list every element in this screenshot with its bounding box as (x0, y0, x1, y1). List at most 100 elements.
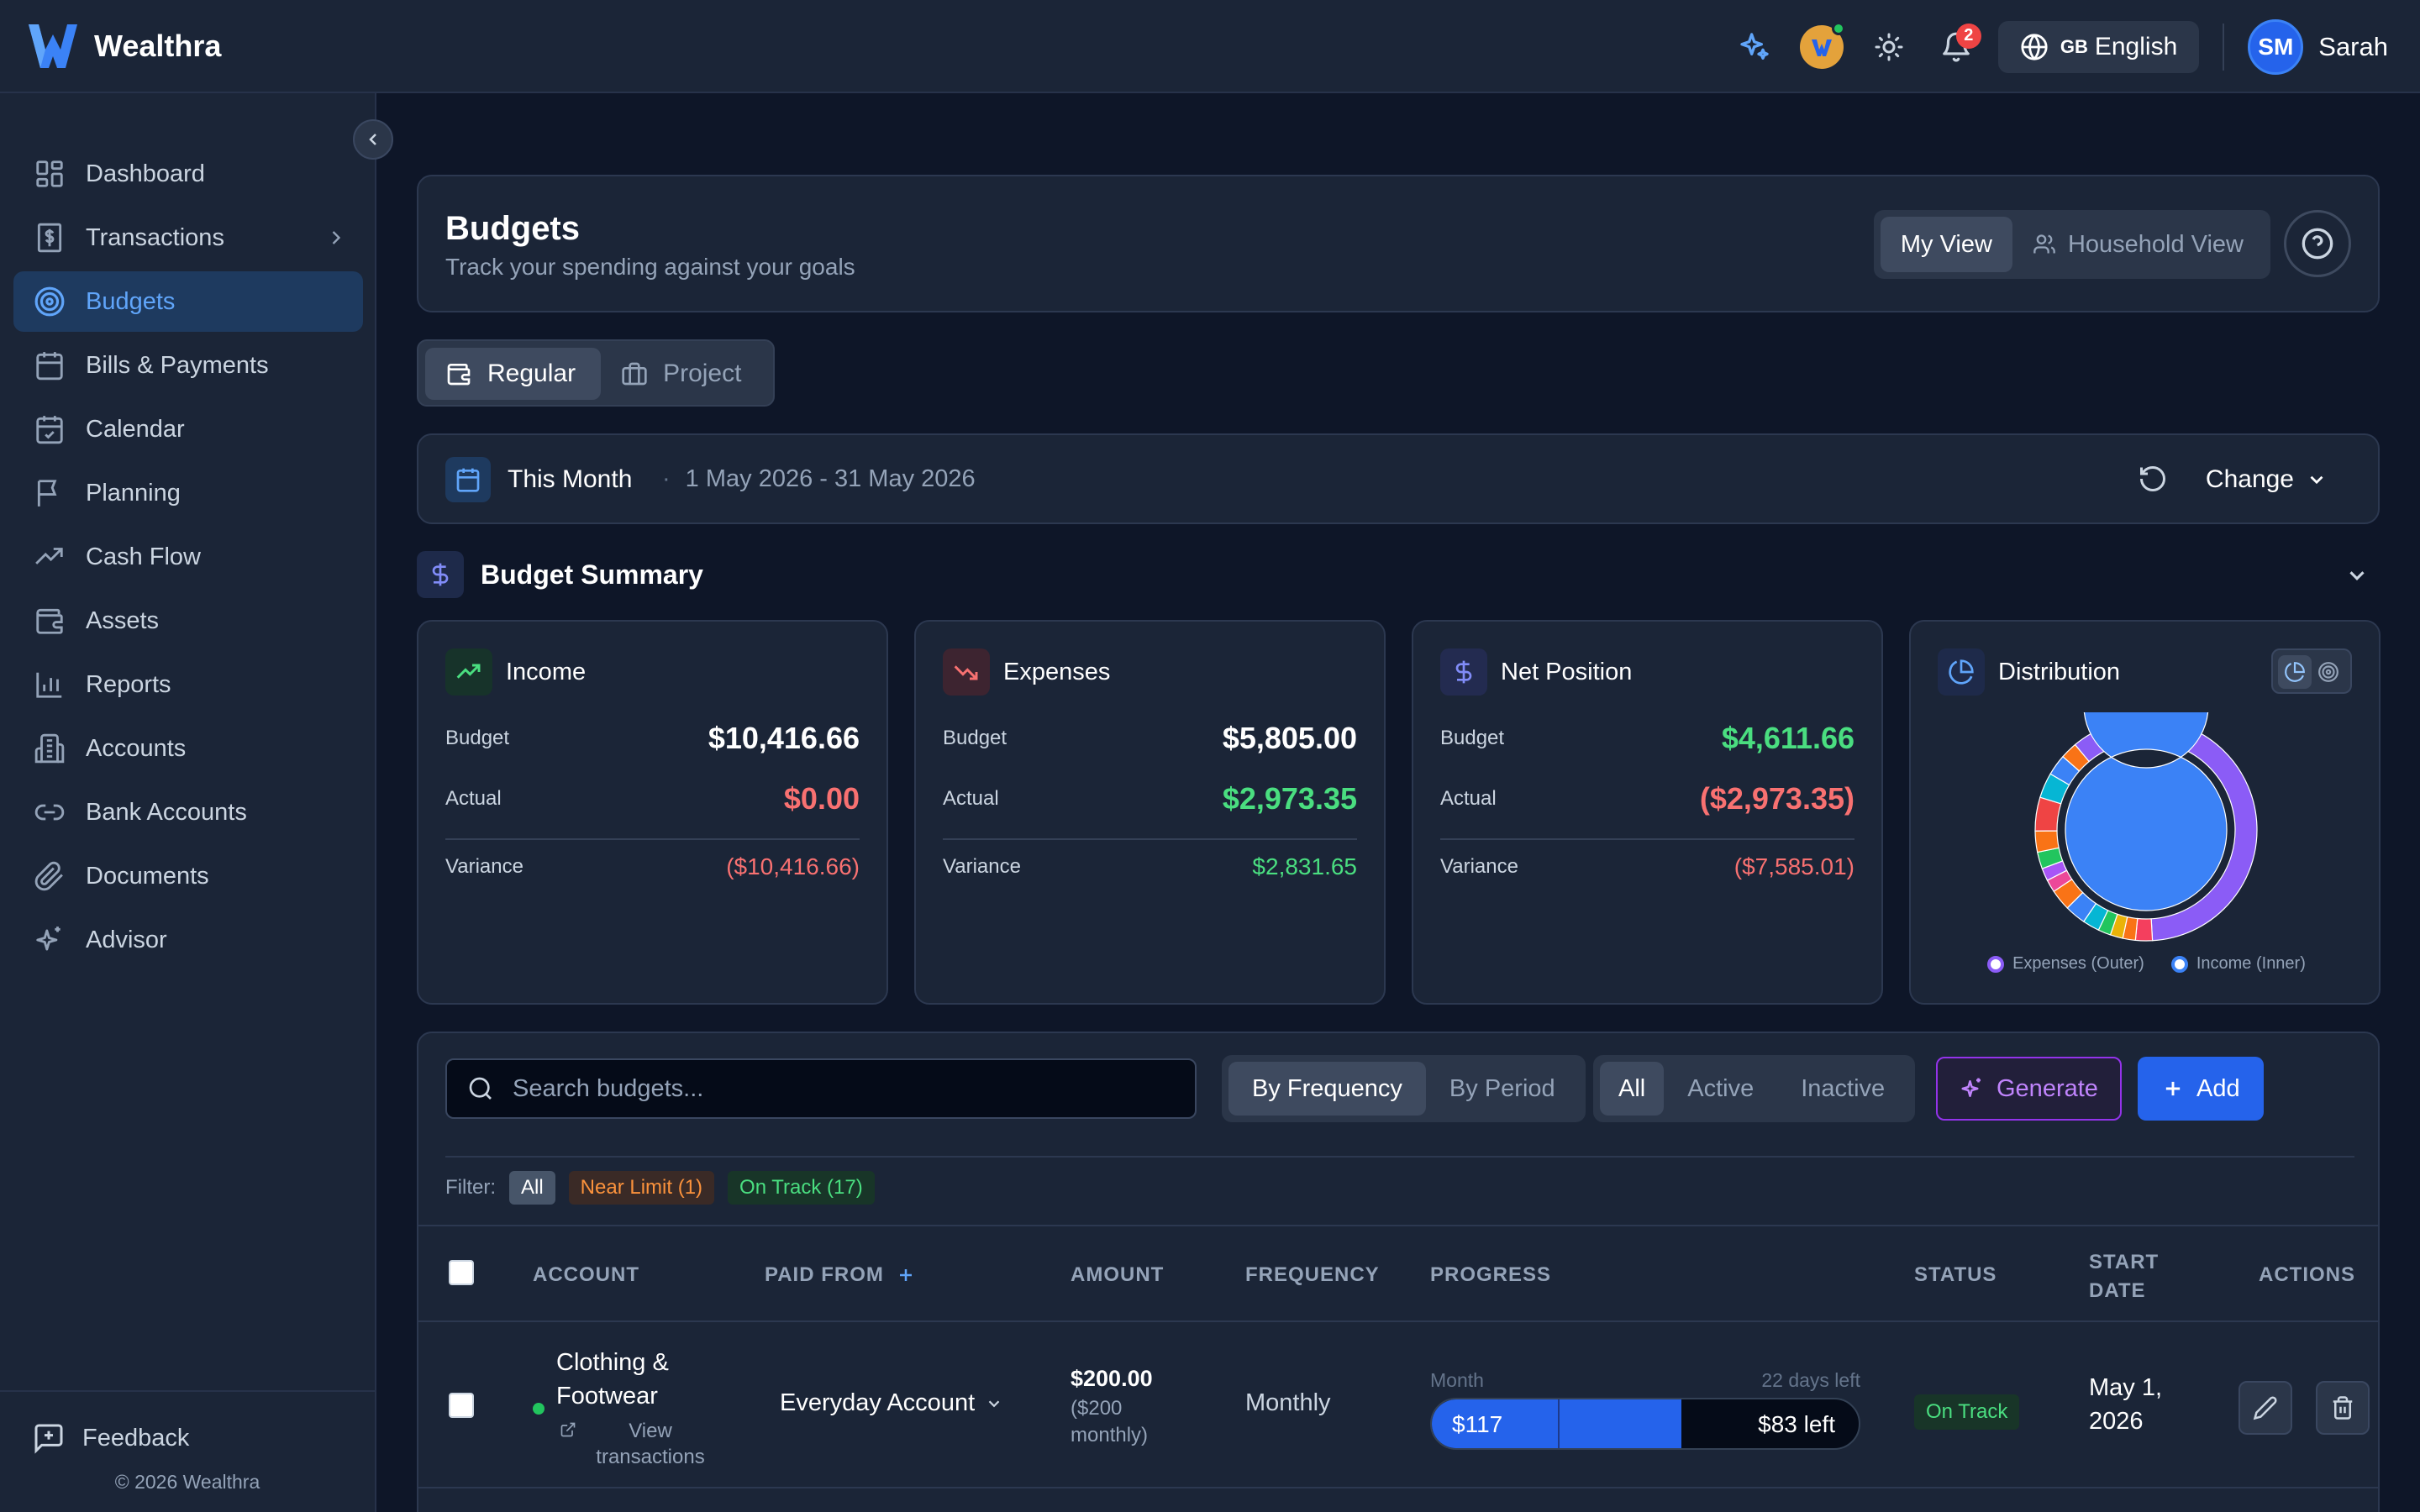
sidebar-item-transactions[interactable]: Transactions (13, 207, 363, 268)
amount-sub: ($200 monthly) (1071, 1397, 1149, 1446)
add-label: Add (2196, 1074, 2240, 1102)
sidebar-item-advisor[interactable]: Advisor (13, 910, 363, 970)
paperclip-icon (34, 861, 63, 891)
filter-chip-near-limit[interactable]: Near Limit (1) (568, 1171, 715, 1205)
sidebar-item-budgets[interactable]: Budgets (13, 271, 363, 332)
progress-tick (1558, 1399, 1560, 1448)
budget-summary-header[interactable]: Budget Summary (417, 551, 2380, 598)
progress-left: $83 left (1758, 1411, 1835, 1437)
chart-style-toggle (2271, 648, 2352, 694)
progress-bar: $117 $83 left (1430, 1398, 1860, 1450)
trend-up-icon (456, 664, 481, 679)
delete-button[interactable] (2316, 1381, 2370, 1435)
frequency-value: Monthly (1245, 1389, 1331, 1416)
trash-icon (2333, 1396, 2353, 1420)
radial-view-button[interactable] (2312, 655, 2345, 689)
change-period-button[interactable]: Change (2206, 465, 2328, 494)
target-icon (34, 286, 65, 317)
status-inactive-button[interactable]: Inactive (1777, 1062, 1908, 1116)
filter-chip-all[interactable]: All (509, 1171, 555, 1205)
pie-icon-box (1938, 648, 1985, 696)
sidebar-item-reports[interactable]: Reports (13, 654, 363, 715)
theme-toggle-button[interactable] (1864, 22, 1914, 72)
paid-from-select[interactable]: Everyday Account (780, 1389, 1003, 1417)
sparkles-icon (1740, 32, 1769, 60)
plus-icon[interactable] (896, 1265, 916, 1285)
status-all-button[interactable]: All (1600, 1062, 1665, 1116)
dollar-receipt-icon (37, 223, 62, 253)
sidebar-item-label: Budgets (86, 287, 176, 315)
pie-view-button[interactable] (2278, 655, 2312, 689)
sidebar-item-label: Transactions (86, 223, 224, 251)
paid-from-value: Everyday Account (780, 1389, 976, 1416)
sidebar-item-calendar[interactable]: Calendar (13, 399, 363, 459)
user-name[interactable]: Sarah (2318, 32, 2388, 62)
expenses-slice[interactable] (2134, 917, 2154, 942)
sidebar-item-dashboard[interactable]: Dashboard (13, 144, 363, 204)
by-frequency-button[interactable]: By Frequency (1228, 1062, 1426, 1116)
view-transactions-label: View transactions (596, 1420, 705, 1468)
budget-label: Budget (943, 727, 1007, 749)
column-start-date[interactable]: START DATE (2089, 1248, 2173, 1305)
avatar[interactable]: SM (2248, 18, 2304, 75)
distribution-title: Distribution (1998, 658, 2121, 685)
trend-down-icon-box (943, 648, 990, 696)
brand[interactable]: Wealthra (27, 21, 221, 71)
sidebar-item-documents[interactable]: Documents (13, 846, 363, 906)
wallet-icon (36, 608, 63, 634)
project-budget-button[interactable]: Project (601, 348, 766, 400)
household-view-button[interactable]: Household View (2012, 217, 2264, 272)
account-name: Clothing & Footwear (556, 1349, 669, 1410)
chevron-down-icon[interactable] (2344, 563, 2370, 588)
column-progress[interactable]: PROGRESS (1430, 1263, 1551, 1287)
divider (445, 838, 860, 840)
view-transactions-link[interactable]: View transactions (560, 1418, 709, 1470)
net-position-card: Net Position Budget $4,611.66 Actual ($2,9… (1412, 620, 1883, 1005)
net-budget: $4,611.66 (1721, 721, 1854, 755)
bar-chart-icon (36, 672, 62, 698)
generate-label: Generate (1996, 1074, 2098, 1102)
progress-period: Month (1430, 1369, 1484, 1391)
regular-budget-button[interactable]: Regular (425, 348, 602, 400)
expenses-budget: $5,805.00 (1222, 721, 1357, 755)
filter-chip-on-track[interactable]: On Track (17) (728, 1171, 875, 1205)
column-account[interactable]: ACCOUNT (533, 1263, 639, 1287)
message-plus-icon (34, 1424, 63, 1454)
status-active-button[interactable]: Active (1664, 1062, 1777, 1116)
my-view-button[interactable]: My View (1880, 217, 2012, 272)
by-period-button[interactable]: By Period (1426, 1062, 1579, 1116)
edit-button[interactable] (2238, 1381, 2292, 1435)
expenses-variance: $2,831.65 (1252, 853, 1357, 879)
search-input[interactable] (513, 1074, 1151, 1103)
row-checkbox[interactable] (449, 1393, 474, 1418)
reset-period-button[interactable] (2138, 464, 2168, 494)
column-frequency[interactable]: FREQUENCY (1245, 1263, 1380, 1287)
rewards-coin-button[interactable] (1797, 21, 1847, 72)
column-status[interactable]: STATUS (1914, 1263, 1996, 1287)
notifications-button[interactable]: 2 (1931, 22, 1981, 72)
add-budget-button[interactable]: Add (2138, 1057, 2264, 1121)
generate-button[interactable]: Generate (1936, 1057, 2122, 1121)
language-selector[interactable]: GB English (1997, 20, 2200, 73)
sidebar-item-label: Bills & Payments (86, 351, 269, 379)
sidebar-item-bills-payments[interactable]: Bills & Payments (13, 335, 363, 396)
expenses-card: Expenses Budget $5,805.00 Actual $2,973.35… (914, 620, 1386, 1005)
expenses-slice[interactable] (2034, 830, 2060, 853)
variance-label: Variance (1440, 855, 1518, 878)
select-all-checkbox[interactable] (449, 1260, 474, 1285)
collapse-sidebar-button[interactable] (353, 119, 393, 160)
top-bar: Wealthra 2 GB English SM Sarah (0, 0, 2420, 93)
sidebar-item-assets[interactable]: Assets (13, 591, 363, 651)
sidebar-item-accounts[interactable]: Accounts (13, 718, 363, 779)
column-amount[interactable]: AMOUNT (1071, 1263, 1164, 1287)
help-button[interactable] (2284, 210, 2351, 277)
column-paid-from[interactable]: PAID FROM (765, 1263, 916, 1287)
budget-label: Budget (445, 727, 510, 749)
ai-sparkles-button[interactable] (1729, 22, 1780, 72)
expenses-actual: $2,973.35 (1222, 781, 1357, 816)
legend-item-expenses: Expenses (Outer) (1987, 954, 2144, 974)
sidebar-item-cash-flow[interactable]: Cash Flow (13, 527, 363, 587)
sidebar-item-planning[interactable]: Planning (13, 463, 363, 523)
sidebar-item-bank-accounts[interactable]: Bank Accounts (13, 782, 363, 843)
distribution-donut-chart (2034, 712, 2258, 942)
